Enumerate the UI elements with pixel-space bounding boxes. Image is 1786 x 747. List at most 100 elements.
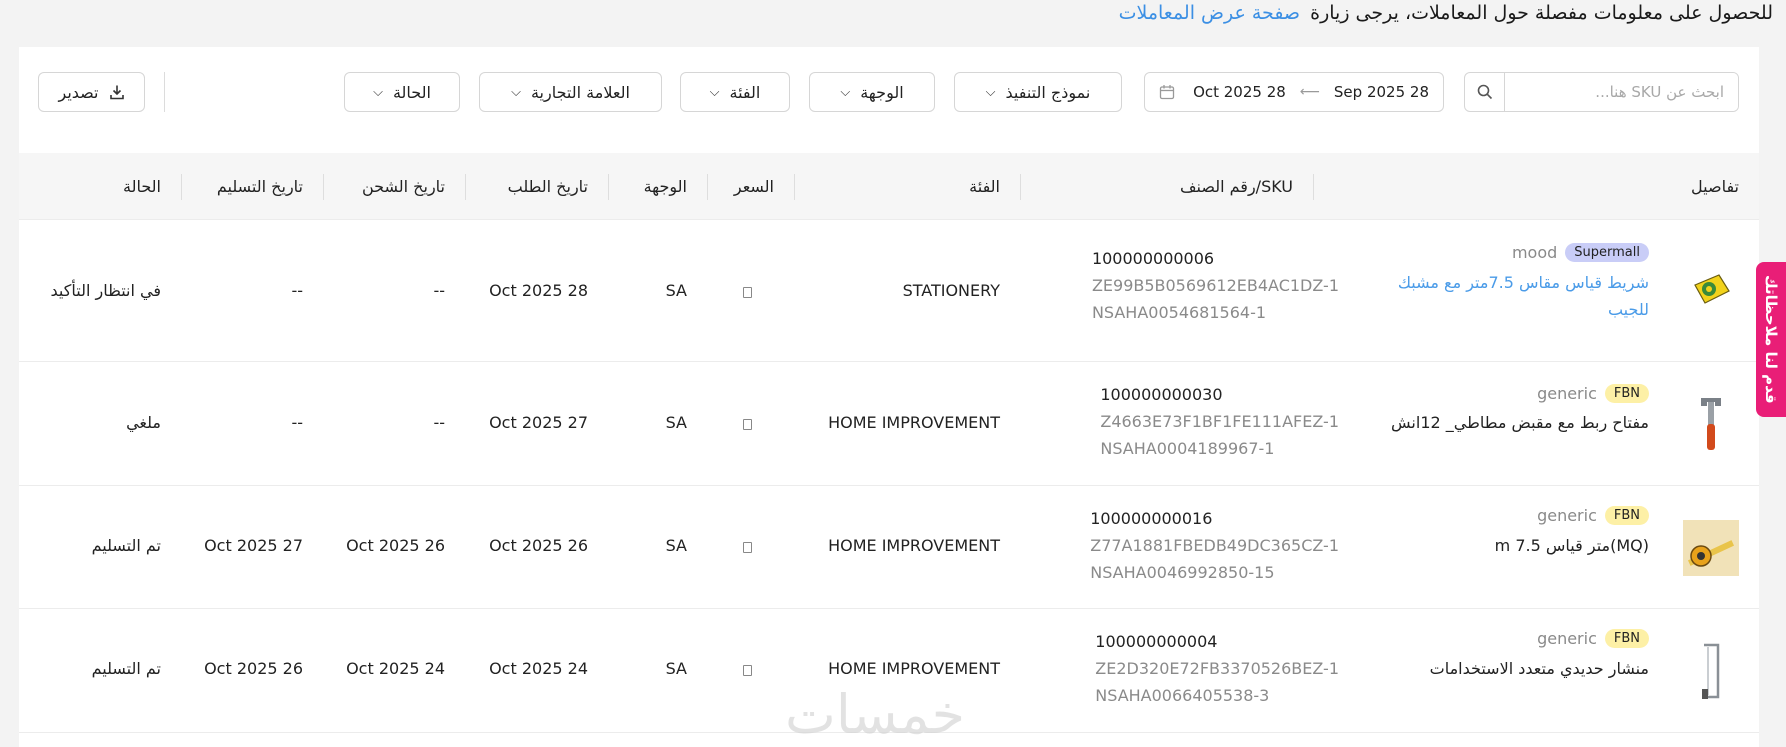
- header-ship-date: تاريخ الشحن: [361, 177, 445, 196]
- product-thumbnail[interactable]: [1683, 643, 1739, 699]
- arrow-left-icon: ⟵: [1299, 84, 1320, 100]
- transactions-page-link[interactable]: صفحة عرض المعاملات: [1119, 2, 1300, 24]
- order-date-cell: 28 Oct 2025: [489, 281, 588, 300]
- sku-number: 100000000016: [1090, 509, 1213, 528]
- header-separator: [794, 174, 795, 200]
- fbn-badge: FBN: [1604, 506, 1649, 525]
- ship-date-cell: 24 Oct 2025: [346, 659, 445, 678]
- product-name-link[interactable]: شريط قياس مقاس 7.5متر مع مشبك للجيب: [1398, 269, 1649, 323]
- table-row[interactable]: FBN generic مفتاح ربط مع مقبض مطاطي_ 12ا…: [19, 362, 1759, 486]
- sku-partner-id: ZE99B5B0569612EB4AC1DZ-1: [1091, 276, 1339, 295]
- sku-search: [1464, 72, 1739, 112]
- sku-order-id: NSAHA0046992850-15: [1090, 563, 1275, 582]
- sku-partner-id: Z4663E73F1BF1FE111AFEZ-1: [1100, 412, 1339, 431]
- chevron-down-icon: ⌵: [511, 84, 521, 100]
- product-name[interactable]: (MQ)متر قياس 7.5 m: [1495, 532, 1649, 559]
- export-button[interactable]: تصدير: [38, 72, 145, 112]
- chevron-down-icon: ⌵: [373, 84, 383, 100]
- brand-line: FBN generic: [1537, 629, 1649, 648]
- transactions-note-text: للحصول على معلومات مفصلة حول المعاملات، …: [1310, 2, 1773, 24]
- category-cell: HOME IMPROVEMENT: [828, 413, 1000, 432]
- sku-partner-id: ZE2D320E72FB3370526BEZ-1: [1095, 659, 1339, 678]
- price-cell: [743, 661, 752, 680]
- ship-date-cell: --: [433, 413, 445, 432]
- sku-number: 100000000004: [1095, 632, 1218, 651]
- sku-number: 100000000030: [1100, 385, 1223, 404]
- status-cell: تم التسليم: [91, 659, 161, 678]
- search-icon: [1477, 84, 1492, 100]
- product-name-line: شريط قياس مقاس 7.5متر مع مشبك: [1397, 273, 1649, 292]
- category-label: الفئة: [729, 82, 761, 102]
- brand-line: FBN generic: [1537, 506, 1649, 525]
- status-cell: في انتظار التأكيد: [50, 281, 161, 300]
- brand-name: generic: [1537, 384, 1597, 403]
- status-label: الحالة: [392, 82, 431, 102]
- table-row[interactable]: FBN generic (MQ)متر قياس 7.5 m 100000000…: [19, 486, 1759, 609]
- product-thumbnail[interactable]: [1683, 261, 1739, 317]
- destination-cell: SA: [665, 413, 687, 432]
- brand-line: FBN generic: [1537, 384, 1649, 403]
- product-name[interactable]: منشار حديدي متعدد الاستخدامات: [1430, 655, 1649, 682]
- brand-label: العلامة التجارية: [530, 82, 630, 102]
- header-sku: SKU/رقم الصنف: [1179, 177, 1293, 196]
- order-date-cell: 24 Oct 2025: [489, 659, 588, 678]
- category-cell: HOME IMPROVEMENT: [828, 536, 1000, 555]
- price-placeholder-icon: [743, 542, 752, 553]
- date-from: 28 Sep 2025: [1333, 83, 1429, 101]
- price-cell: [743, 283, 752, 302]
- delivery-date-cell: 26 Oct 2025: [204, 659, 303, 678]
- header-separator: [323, 174, 324, 200]
- header-price: السعر: [733, 177, 774, 196]
- header-category: الفئة: [969, 177, 1000, 196]
- header-delivery-date: تاريخ التسليم: [216, 177, 303, 196]
- product-name-line: مفتاح ربط مع مقبض مطاطي_ 12انش: [1391, 413, 1649, 432]
- header-separator: [181, 174, 182, 200]
- fulfillment-model-filter[interactable]: نموذج التنفيذ ⌵: [954, 72, 1122, 112]
- ship-date-cell: --: [433, 281, 445, 300]
- product-thumbnail[interactable]: [1683, 520, 1739, 576]
- price-cell: [743, 538, 752, 557]
- category-filter[interactable]: الفئة ⌵: [680, 72, 790, 112]
- transactions-note: للحصول على معلومات مفصلة حول المعاملات، …: [1119, 0, 1773, 28]
- brand-name: generic: [1537, 506, 1597, 525]
- sku-search-input[interactable]: [1505, 73, 1738, 111]
- feedback-tab[interactable]: قدم لنا ملاحظاتك: [1756, 262, 1786, 417]
- sku-order-id: NSAHA0004189967-1: [1100, 439, 1275, 458]
- product-name[interactable]: مفتاح ربط مع مقبض مطاطي_ 12انش: [1391, 409, 1649, 436]
- brand-name: mood: [1511, 243, 1558, 262]
- price-placeholder-icon: [743, 665, 752, 676]
- sku-block: 100000000030 Z4663E73F1BF1FE111AFEZ-1 NS…: [1100, 381, 1339, 462]
- sku-order-id: NSAHA0066405538-3: [1095, 686, 1270, 705]
- category-cell: HOME IMPROVEMENT: [828, 659, 1000, 678]
- sku-block: 100000000016 Z77A1881FBEDB49DC365CZ-1 NS…: [1090, 505, 1339, 586]
- search-button[interactable]: [1465, 73, 1505, 111]
- table-row[interactable]: Supermall mood شريط قياس مقاس 7.5متر مع …: [19, 221, 1759, 362]
- status-filter[interactable]: الحالة ⌵: [344, 72, 460, 112]
- download-icon: [109, 85, 124, 100]
- destination-cell: SA: [665, 281, 687, 300]
- status-cell: ملغي: [126, 413, 161, 432]
- destination-label: الوجهة: [860, 82, 904, 102]
- date-to: 28 Oct 2025: [1193, 83, 1286, 101]
- date-range-picker[interactable]: 28 Sep 2025 ⟵ 28 Oct 2025: [1144, 72, 1444, 112]
- order-date-cell: 27 Oct 2025: [489, 413, 588, 432]
- price-placeholder-icon: [743, 419, 752, 430]
- chevron-down-icon: ⌵: [709, 84, 720, 100]
- table-header: تفاصيل SKU/رقم الصنف الفئة السعر الوجهة …: [19, 153, 1759, 220]
- hacksaw-image: [1702, 643, 1720, 699]
- delivery-date-cell: 27 Oct 2025: [204, 536, 303, 555]
- header-separator: [707, 174, 708, 200]
- sku-block: 100000000004 ZE2D320E72FB3370526BEZ-1 NS…: [1095, 628, 1339, 709]
- calendar-icon: [1159, 85, 1175, 100]
- product-name-line: (MQ)متر قياس 7.5 m: [1494, 536, 1649, 555]
- product-thumbnail[interactable]: [1683, 396, 1739, 452]
- brand-filter[interactable]: العلامة التجارية ⌵: [479, 72, 662, 112]
- price-placeholder-icon: [743, 287, 752, 298]
- header-details: تفاصيل: [1691, 177, 1739, 196]
- brand-line: Supermall mood: [1512, 243, 1649, 262]
- destination-filter[interactable]: الوجهة ⌵: [809, 72, 935, 112]
- supermall-badge: Supermall: [1565, 243, 1649, 262]
- header-separator: [465, 174, 466, 200]
- category-cell: STATIONERY: [902, 281, 1000, 300]
- watermark-logo: خمسات: [785, 683, 966, 746]
